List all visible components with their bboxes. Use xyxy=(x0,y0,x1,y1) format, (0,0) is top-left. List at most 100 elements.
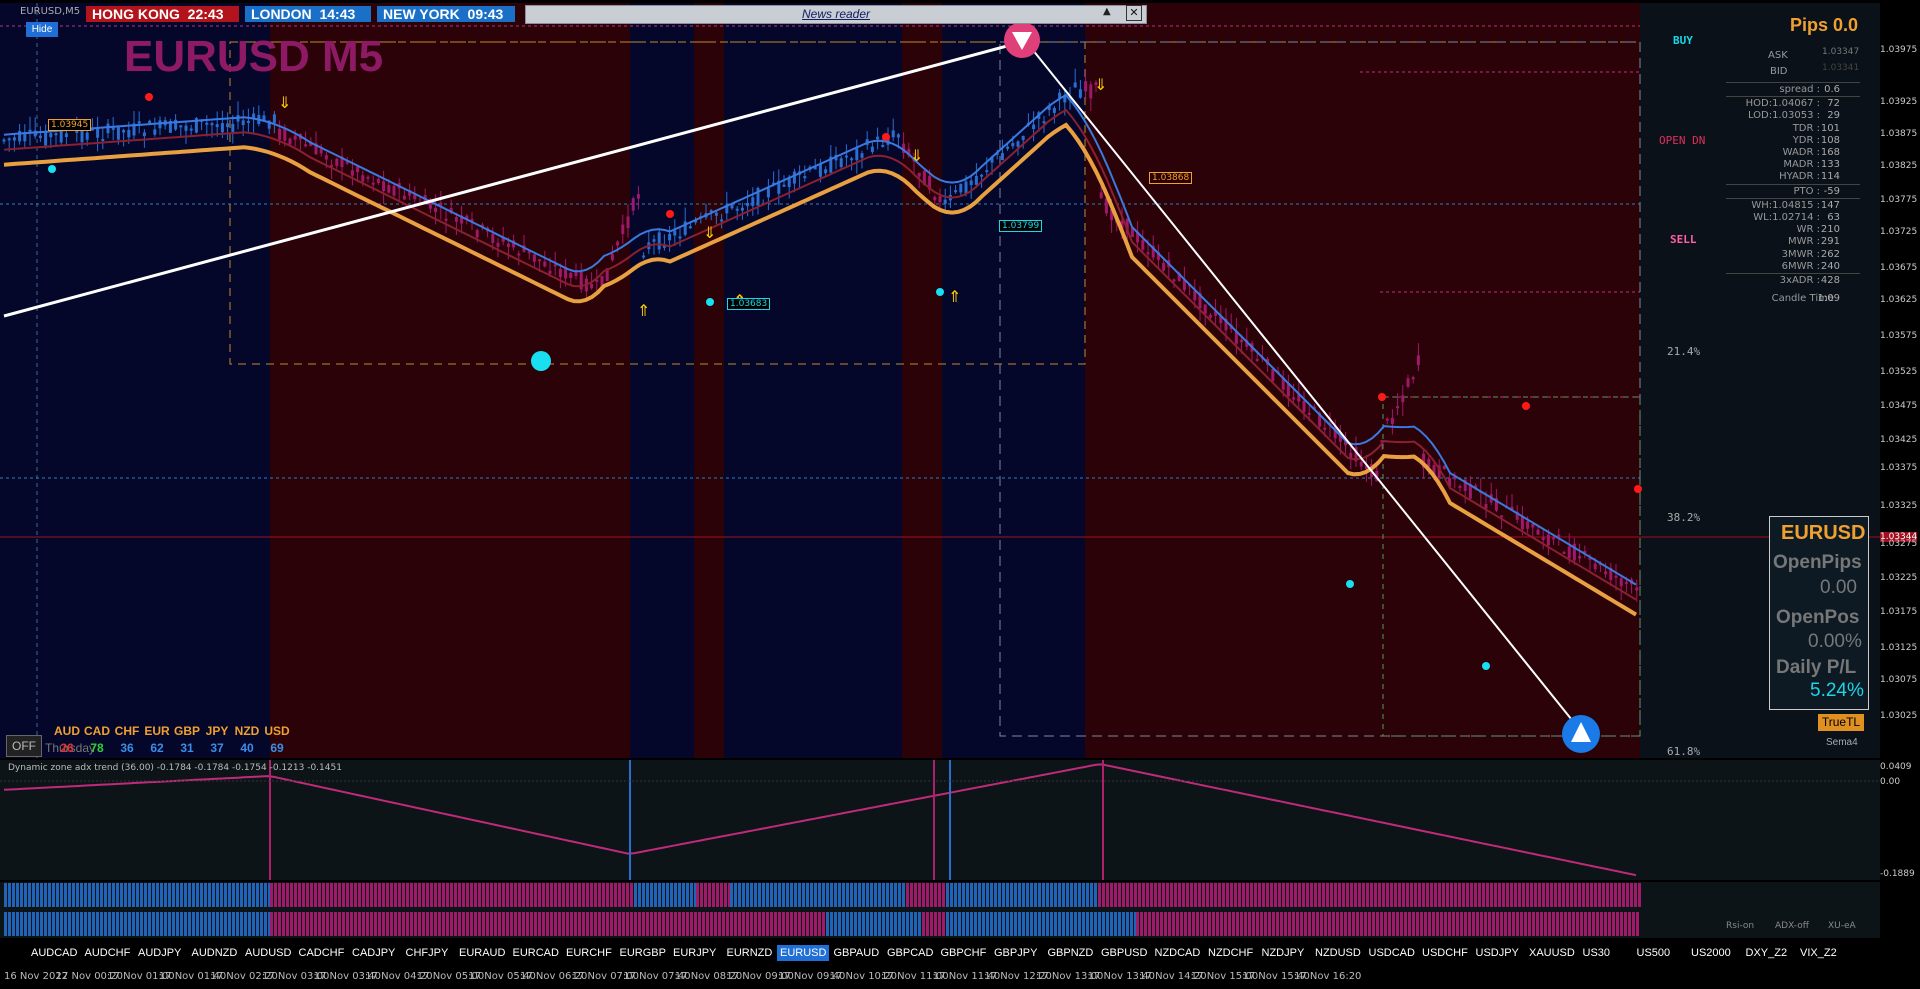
strength-bar xyxy=(458,883,461,907)
symbol-tab-usdjpy[interactable]: USDJPY xyxy=(1473,945,1522,961)
candle xyxy=(636,194,640,199)
stat-value: 101 xyxy=(1820,122,1840,134)
symbol-tab-gbpaud[interactable]: GBPAUD xyxy=(831,945,883,961)
symbol-tab-gbpjpy[interactable]: GBPJPY xyxy=(991,945,1040,961)
strength-bar xyxy=(446,883,449,907)
symbol-tab-nzdcad[interactable]: NZDCAD xyxy=(1152,945,1204,961)
candle xyxy=(38,135,42,138)
strength-bar xyxy=(1264,912,1267,936)
ask-value: 1.03347 xyxy=(1822,47,1860,57)
symbol-tab-chfjpy[interactable]: CHFJPY xyxy=(403,945,452,961)
strength-bar xyxy=(220,883,223,907)
symbol-tab-nzdjpy[interactable]: NZDJPY xyxy=(1259,945,1308,961)
symbol-tab-audnzd[interactable]: AUDNZD xyxy=(189,945,241,961)
currency-value: 37 xyxy=(210,741,224,755)
strength-bar xyxy=(546,912,549,936)
time-axis-label: 17 Nov 16:20 xyxy=(1294,971,1362,982)
strength-bar xyxy=(506,912,509,936)
symbol-tab-eurnzd[interactable]: EURNZD xyxy=(724,945,776,961)
strength-bar xyxy=(570,912,573,936)
open-pips-label: OpenPips xyxy=(1773,552,1862,573)
symbol-tab-eurchf[interactable]: EURCHF xyxy=(563,945,615,961)
strength-bar xyxy=(1482,883,1485,907)
strength-bar xyxy=(762,912,765,936)
symbol-tab-euraud[interactable]: EURAUD xyxy=(456,945,508,961)
symbol-tab-us2000[interactable]: US2000 xyxy=(1688,945,1734,961)
strength-bar xyxy=(538,912,541,936)
collapse-icon[interactable]: ▲ xyxy=(1103,6,1111,17)
price-chart[interactable]: ⇓⇓⇓⇓⇑⇑⇑ xyxy=(0,0,1920,989)
candle xyxy=(1011,143,1015,147)
candle xyxy=(491,233,495,243)
strength-bar xyxy=(674,912,677,936)
strength-bar xyxy=(152,883,155,907)
hide-button[interactable]: Hide xyxy=(26,22,58,37)
strength-bar xyxy=(172,883,175,907)
strength-bar xyxy=(526,883,529,907)
candle xyxy=(44,130,48,146)
symbol-tab-eurusd[interactable]: EURUSD xyxy=(777,945,830,961)
symbol-tab-audchf[interactable]: AUDCHF xyxy=(82,945,134,961)
close-icon[interactable]: ✕ xyxy=(1126,5,1142,21)
symbol-tab-audusd[interactable]: AUDUSD xyxy=(242,945,294,961)
strength-bar xyxy=(802,912,805,936)
strength-bar xyxy=(84,912,87,936)
symbol-tab-us500[interactable]: US500 xyxy=(1634,945,1674,961)
strength-bar xyxy=(898,883,901,907)
strength-bar xyxy=(1260,912,1263,936)
strength-bar xyxy=(216,912,219,936)
symbol-tab-eurcad[interactable]: EURCAD xyxy=(510,945,562,961)
strength-bar xyxy=(1188,912,1191,936)
strength-bar xyxy=(890,883,893,907)
strength-bar xyxy=(12,883,15,907)
strength-bar xyxy=(1608,912,1611,936)
strength-bar xyxy=(838,883,841,907)
symbol-tab-gbpcad[interactable]: GBPCAD xyxy=(884,945,936,961)
strength-bar xyxy=(930,883,933,907)
strength-bar xyxy=(1568,912,1571,936)
truetl-button[interactable]: TrueTL xyxy=(1818,714,1864,731)
candle xyxy=(278,128,282,140)
symbol-tab-usdchf[interactable]: USDCHF xyxy=(1419,945,1471,961)
symbol-tab-vix_z2[interactable]: VIX_Z2 xyxy=(1797,945,1840,961)
candle xyxy=(1271,368,1275,382)
strength-bar xyxy=(1186,883,1189,907)
symbol-tab-us30[interactable]: US30 xyxy=(1580,945,1614,961)
symbol-tab-usdcad[interactable]: USDCAD xyxy=(1366,945,1418,961)
strength-bar xyxy=(286,912,289,936)
strength-bar xyxy=(654,912,657,936)
strength-bar xyxy=(108,912,111,936)
strength-bar xyxy=(1290,883,1293,907)
strength-bar xyxy=(766,912,769,936)
symbol-tab-gbpchf[interactable]: GBPCHF xyxy=(938,945,990,961)
strength-bar xyxy=(482,912,485,936)
symbol-tab-gbpnzd[interactable]: GBPNZD xyxy=(1045,945,1097,961)
symbol-tab-gbpusd[interactable]: GBPUSD xyxy=(1098,945,1150,961)
strength-bar xyxy=(1374,883,1377,907)
strength-bar xyxy=(846,883,849,907)
strength-bar xyxy=(550,883,553,907)
strength-bar xyxy=(1022,883,1025,907)
symbol-tab-nzdchf[interactable]: NZDCHF xyxy=(1205,945,1256,961)
symbol-tab-dxy_z2[interactable]: DXY_Z2 xyxy=(1743,945,1791,961)
candle xyxy=(642,255,646,258)
symbol-tab-eurgbp[interactable]: EURGBP xyxy=(617,945,669,961)
strength-bar xyxy=(1202,883,1205,907)
symbol-tab-audjpy[interactable]: AUDJPY xyxy=(135,945,184,961)
indicator-axis-label: 0.0409 xyxy=(1880,762,1912,772)
strength-bar xyxy=(1438,883,1441,907)
symbol-tab-eurjpy[interactable]: EURJPY xyxy=(670,945,719,961)
strength-bar xyxy=(310,883,313,907)
symbol-tab-cadjpy[interactable]: CADJPY xyxy=(349,945,398,961)
price-axis-label: 1.03275 xyxy=(1880,539,1918,549)
news-reader-label[interactable]: News reader xyxy=(802,7,870,21)
off-button[interactable]: OFF xyxy=(6,735,42,757)
symbol-tab-xauusd[interactable]: XAUUSD xyxy=(1526,945,1578,961)
symbol-tab-cadchf[interactable]: CADCHF xyxy=(296,945,348,961)
symbol-tab-nzdusd[interactable]: NZDUSD xyxy=(1312,945,1364,961)
strength-bar xyxy=(434,883,437,907)
symbol-tab-audcad[interactable]: AUDCAD xyxy=(28,945,80,961)
strength-bar xyxy=(244,883,247,907)
strength-bar xyxy=(1234,883,1237,907)
strength-bar xyxy=(8,883,11,907)
